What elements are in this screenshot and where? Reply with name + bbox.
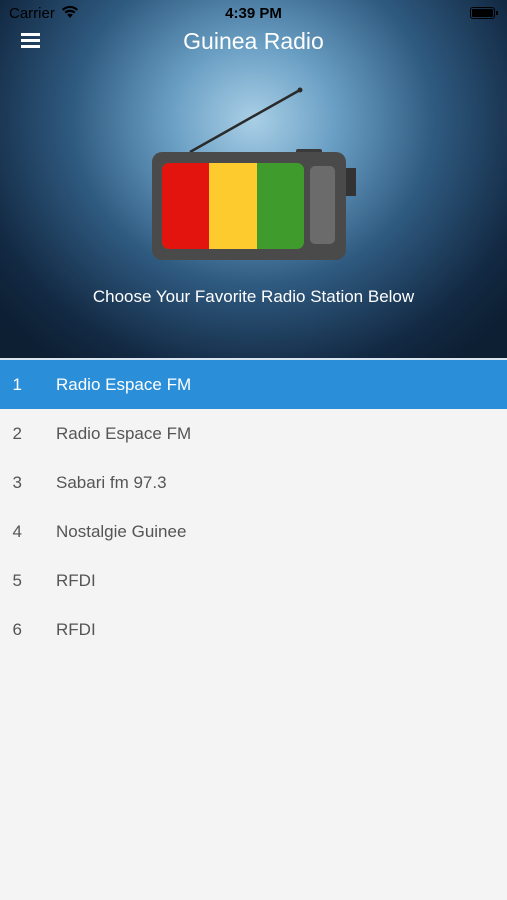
status-bar: Carrier 4:39 PM bbox=[0, 0, 507, 28]
station-list: 1 Radio Espace FM 2 Radio Espace FM 3 Sabari … bbox=[0, 360, 507, 654]
station-name: Sabari fm 97.3 bbox=[56, 472, 167, 492]
station-number: 6 bbox=[12, 619, 22, 639]
station-row[interactable]: 2 Radio Espace FM bbox=[0, 409, 507, 458]
station-row[interactable]: 4 Nostalgie Guinee bbox=[0, 507, 507, 556]
station-name: Radio Espace FM bbox=[56, 423, 192, 443]
station-number: 2 bbox=[12, 423, 22, 443]
header-banner: Carrier 4:39 PM Guinea Radio Choose Your… bbox=[0, 0, 507, 358]
station-row[interactable]: 3 Sabari fm 97.3 bbox=[0, 458, 507, 507]
station-row[interactable]: 1 Radio Espace FM bbox=[0, 360, 507, 409]
station-name: RFDI bbox=[56, 619, 96, 639]
station-name: Nostalgie Guinee bbox=[56, 521, 187, 541]
tagline-text: Choose Your Favorite Radio Station Below bbox=[92, 287, 415, 306]
radio-illustration-icon bbox=[152, 87, 356, 260]
station-number: 3 bbox=[12, 472, 22, 492]
clock-time: 4:39 PM bbox=[225, 5, 282, 22]
station-number: 4 bbox=[12, 521, 22, 541]
app-title: Guinea Radio bbox=[183, 28, 324, 54]
station-name: Radio Espace FM bbox=[56, 374, 192, 394]
station-row[interactable]: 6 RFDI bbox=[0, 605, 507, 654]
station-number: 1 bbox=[12, 374, 22, 394]
station-name: RFDI bbox=[56, 570, 96, 590]
battery-icon bbox=[470, 7, 498, 19]
station-row[interactable]: 5 RFDI bbox=[0, 556, 507, 605]
station-number: 5 bbox=[12, 570, 22, 590]
